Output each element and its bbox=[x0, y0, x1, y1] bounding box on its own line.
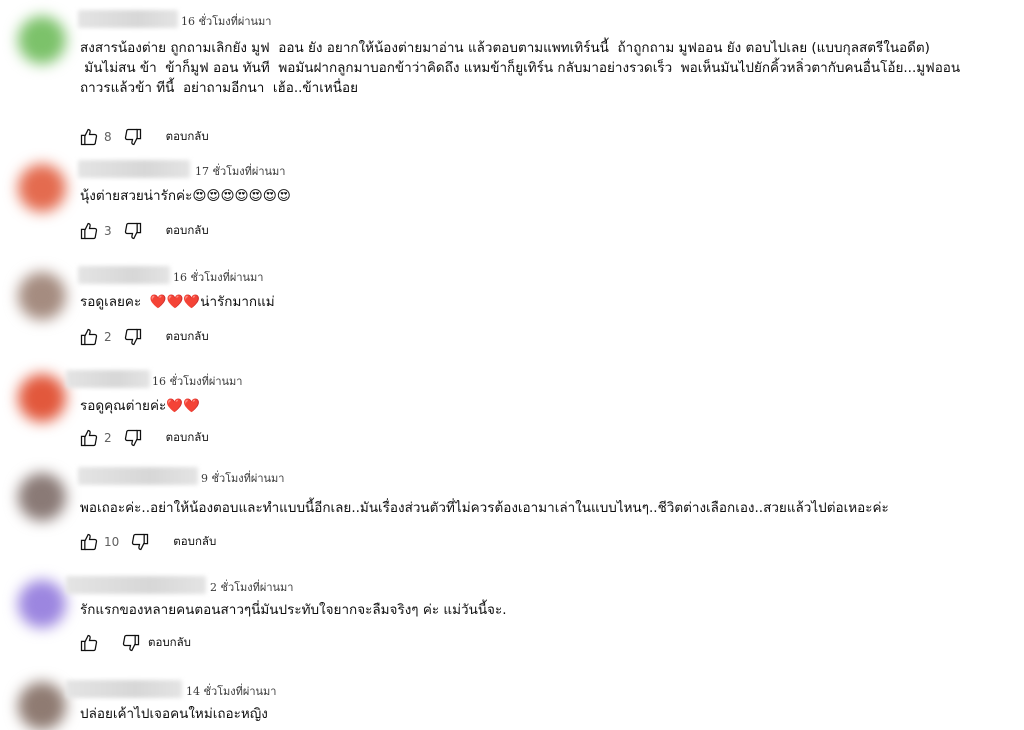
reply-button[interactable]: ตอบกลับ bbox=[166, 429, 209, 447]
avatar[interactable] bbox=[18, 374, 66, 422]
reply-button[interactable]: ตอบกลับ bbox=[173, 533, 216, 551]
dislike-button[interactable] bbox=[122, 326, 144, 348]
avatar[interactable] bbox=[18, 16, 66, 64]
author-name[interactable] bbox=[78, 160, 190, 178]
dislike-button[interactable] bbox=[122, 126, 144, 148]
comment-actions: 8 ตอบกลับ bbox=[78, 126, 209, 148]
comment-timestamp[interactable]: 16 ชั่วโมงที่ผ่านมา bbox=[152, 372, 243, 390]
avatar[interactable] bbox=[18, 272, 66, 320]
like-count: 10 bbox=[104, 535, 120, 549]
author-name[interactable] bbox=[66, 576, 206, 594]
avatar[interactable] bbox=[18, 164, 66, 212]
comment-text: ปล่อยเค้าไปเจอคนใหม่เถอะหญิง bbox=[80, 706, 268, 722]
comment-actions: 2 ตอบกลับ bbox=[78, 427, 209, 449]
like-count: 8 bbox=[104, 130, 112, 144]
like-button[interactable] bbox=[78, 427, 100, 449]
thumbs-up-icon bbox=[80, 634, 98, 652]
like-count: 2 bbox=[104, 330, 112, 344]
reply-button[interactable]: ตอบกลับ bbox=[148, 634, 191, 652]
comment-timestamp[interactable]: 14 ชั่วโมงที่ผ่านมา bbox=[186, 682, 277, 700]
dislike-button[interactable] bbox=[120, 632, 142, 654]
comment-actions: 2 ตอบกลับ bbox=[78, 326, 209, 348]
author-name[interactable] bbox=[78, 10, 178, 28]
reply-button[interactable]: ตอบกลับ bbox=[166, 222, 209, 240]
like-button[interactable] bbox=[78, 531, 100, 553]
comment-actions: 3 ตอบกลับ bbox=[78, 220, 209, 242]
thumbs-up-icon bbox=[80, 533, 98, 551]
dislike-button[interactable] bbox=[122, 220, 144, 242]
like-count: 2 bbox=[104, 431, 112, 445]
thumbs-up-icon bbox=[80, 222, 98, 240]
thumbs-up-icon bbox=[80, 328, 98, 346]
comment-timestamp[interactable]: 16 ชั่วโมงที่ผ่านมา bbox=[181, 12, 272, 30]
comment-text: พอเถอะค่ะ..อย่าให้น้องตอบและทำแบบนี้อีกเ… bbox=[80, 500, 889, 516]
avatar[interactable] bbox=[18, 473, 66, 521]
avatar[interactable] bbox=[18, 682, 66, 730]
author-name[interactable] bbox=[66, 680, 182, 698]
comment-text: รอดูเลยคะ ❤️❤️❤️น่ารักมากแม่ bbox=[80, 294, 275, 310]
dislike-button[interactable] bbox=[122, 427, 144, 449]
like-button[interactable] bbox=[78, 632, 100, 654]
author-name[interactable] bbox=[78, 266, 170, 284]
reply-button[interactable]: ตอบกลับ bbox=[166, 128, 209, 146]
like-button[interactable] bbox=[78, 220, 100, 242]
comment-timestamp[interactable]: 9 ชั่วโมงที่ผ่านมา bbox=[201, 469, 285, 487]
comment-timestamp[interactable]: 16 ชั่วโมงที่ผ่านมา bbox=[173, 268, 264, 286]
comment-actions: 10 ตอบกลับ bbox=[78, 531, 216, 553]
comment-timestamp[interactable]: 17 ชั่วโมงที่ผ่านมา bbox=[195, 162, 286, 180]
thumbs-up-icon bbox=[80, 128, 98, 146]
thumbs-up-icon bbox=[80, 429, 98, 447]
author-name[interactable] bbox=[66, 370, 150, 388]
comment-text: รอดูคุณต่ายค่ะ❤️❤️ bbox=[80, 398, 200, 414]
dislike-button[interactable] bbox=[129, 531, 151, 553]
avatar[interactable] bbox=[18, 580, 66, 628]
comment-text: รักแรกของหลายคนตอนสาวๆนี่มันประทับใจยากจ… bbox=[80, 602, 507, 618]
thumbs-down-icon bbox=[124, 429, 141, 447]
like-count: 3 bbox=[104, 224, 112, 238]
like-button[interactable] bbox=[78, 326, 100, 348]
author-name[interactable] bbox=[78, 467, 198, 485]
reply-button[interactable]: ตอบกลับ bbox=[166, 328, 209, 346]
thumbs-down-icon bbox=[124, 128, 141, 146]
comment-actions: ตอบกลับ bbox=[78, 632, 191, 654]
thumbs-down-icon bbox=[124, 328, 141, 346]
thumbs-down-icon bbox=[132, 533, 149, 551]
comment-timestamp[interactable]: 2 ชั่วโมงที่ผ่านมา bbox=[210, 578, 294, 596]
comment-text: สงสารน้องต่าย ถูกถามเลิกยัง มูฟ ออน ยัง … bbox=[80, 40, 961, 96]
thumbs-down-icon bbox=[122, 634, 140, 652]
like-button[interactable] bbox=[78, 126, 100, 148]
thumbs-down-icon bbox=[124, 222, 141, 240]
comment-text: นุ้งต่ายสวยน่ารักค่ะ😍😍😍😍😍😍😍 bbox=[80, 188, 291, 204]
